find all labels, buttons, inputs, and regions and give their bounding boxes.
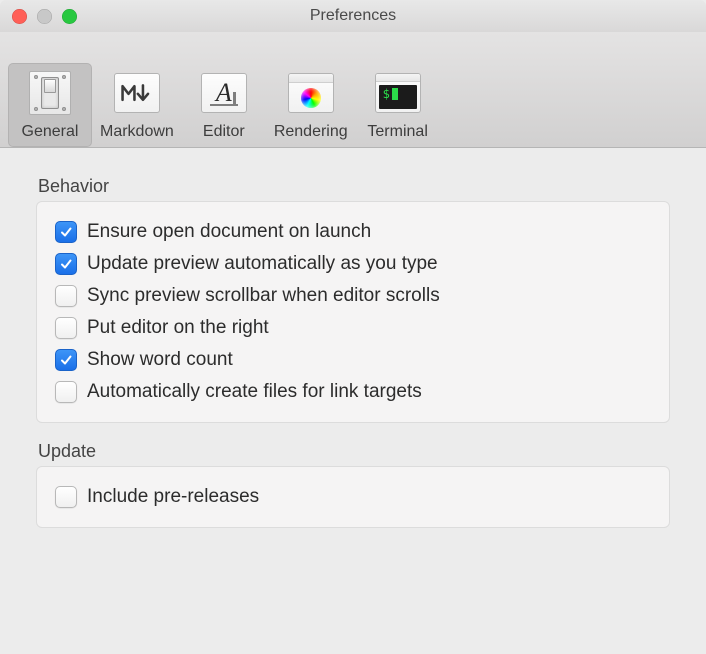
editor-icon: A <box>200 69 248 117</box>
tab-label: Markdown <box>100 123 174 141</box>
checkbox-show-word-count[interactable] <box>55 349 77 371</box>
tab-rendering[interactable]: Rendering <box>266 63 356 147</box>
checkbox-editor-on-right[interactable] <box>55 317 77 339</box>
checkbox-label: Sync preview scrollbar when editor scrol… <box>87 285 440 307</box>
tab-editor[interactable]: A Editor <box>182 63 266 147</box>
group-update: Include pre-releases <box>36 466 670 528</box>
checkbox-label: Ensure open document on launch <box>87 221 371 243</box>
checkbox-label: Include pre-releases <box>87 486 259 508</box>
terminal-icon: $ <box>374 69 422 117</box>
checkbox-auto-create-files[interactable] <box>55 381 77 403</box>
section-label-behavior: Behavior <box>38 176 670 197</box>
checkbox-label: Show word count <box>87 349 233 371</box>
checkbox-label: Put editor on the right <box>87 317 269 339</box>
switch-icon <box>26 69 74 117</box>
preferences-content: Behavior Ensure open document on launch … <box>0 148 706 570</box>
pref-row-editor-on-right: Put editor on the right <box>55 312 651 344</box>
checkbox-label: Automatically create files for link targ… <box>87 381 422 403</box>
checkbox-include-prereleases[interactable] <box>55 486 77 508</box>
tab-terminal[interactable]: $ Terminal <box>356 63 440 147</box>
preferences-toolbar: General Markdown A Editor <box>0 32 706 148</box>
tab-label: Terminal <box>367 123 427 141</box>
checkbox-auto-update-preview[interactable] <box>55 253 77 275</box>
pref-row-include-prereleases: Include pre-releases <box>55 481 651 513</box>
group-behavior: Ensure open document on launch Update pr… <box>36 201 670 423</box>
pref-row-auto-update-preview: Update preview automatically as you type <box>55 248 651 280</box>
pref-row-show-word-count: Show word count <box>55 344 651 376</box>
markdown-icon <box>113 69 161 117</box>
pref-row-ensure-open-doc: Ensure open document on launch <box>55 216 651 248</box>
window-title: Preferences <box>0 7 706 25</box>
tab-label: General <box>22 123 79 141</box>
tab-label: Editor <box>203 123 245 141</box>
checkbox-sync-scrollbar[interactable] <box>55 285 77 307</box>
pref-row-sync-scrollbar: Sync preview scrollbar when editor scrol… <box>55 280 651 312</box>
tab-label: Rendering <box>274 123 348 141</box>
tab-markdown[interactable]: Markdown <box>92 63 182 147</box>
titlebar: Preferences <box>0 0 706 32</box>
pref-row-auto-create-files: Automatically create files for link targ… <box>55 376 651 408</box>
checkbox-label: Update preview automatically as you type <box>87 253 438 275</box>
checkbox-ensure-open-doc[interactable] <box>55 221 77 243</box>
rendering-icon <box>287 69 335 117</box>
section-label-update: Update <box>38 441 670 462</box>
tab-general[interactable]: General <box>8 63 92 147</box>
